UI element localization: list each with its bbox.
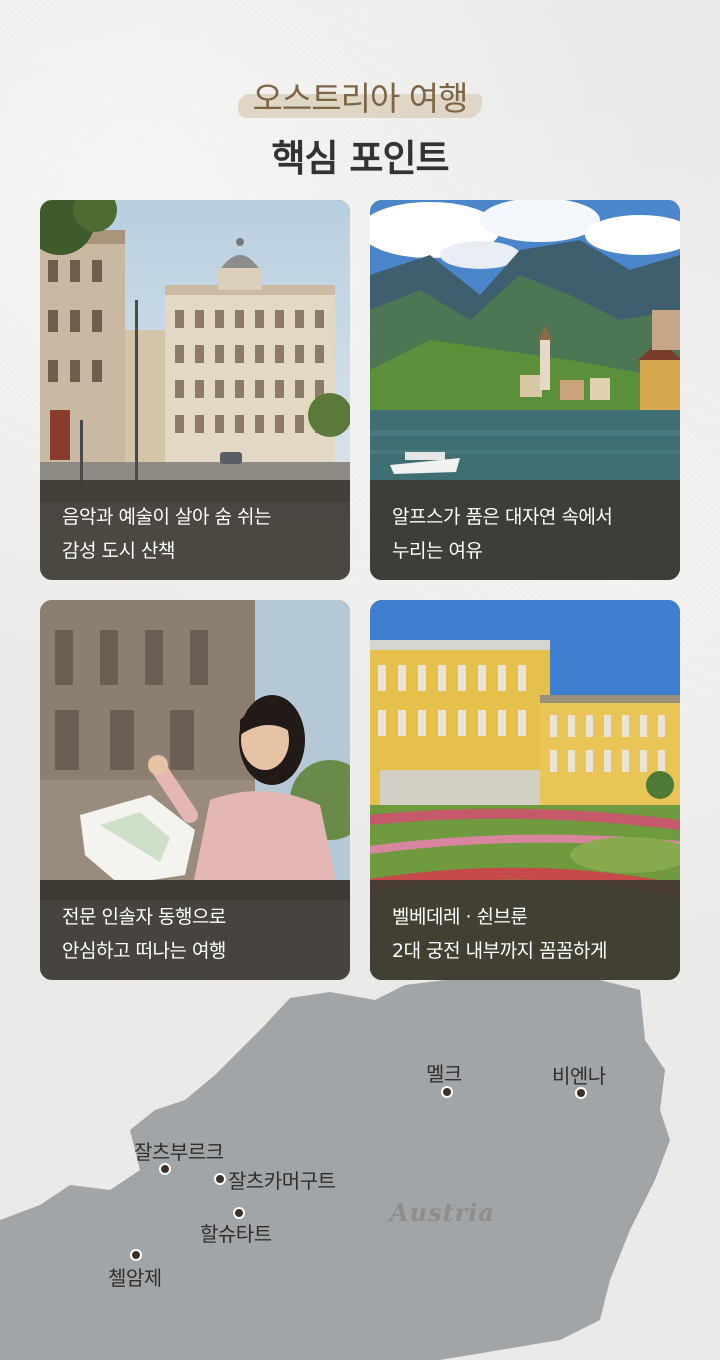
subtitle-wrap: 오스트리아 여행 — [238, 72, 482, 120]
card-palace: 벨베데레 · 쉰브룬 2대 궁전 내부까지 꼼꼼하게 — [370, 600, 680, 980]
page-subtitle: 오스트리아 여행 — [252, 79, 468, 118]
map-pin-icon — [575, 1087, 587, 1099]
city-label-hallstatt: 할슈타트 — [200, 1222, 272, 1246]
caption-line-2: 감성 도시 산책 — [62, 540, 175, 562]
caption-line-1: 음악과 예술이 살아 숨 쉬는 — [62, 506, 271, 528]
header: 오스트리아 여행 핵심 포인트 — [0, 72, 720, 182]
caption-line-2: 누리는 여유 — [392, 540, 483, 562]
city-label-melk: 멜크 — [426, 1062, 462, 1086]
page-title: 핵심 포인트 — [271, 137, 449, 180]
country-label: Austria — [390, 1198, 495, 1227]
caption-line-2: 안심하고 떠나는 여행 — [62, 940, 226, 962]
caption-line-1: 벨베데레 · 쉰브룬 — [392, 906, 528, 928]
card-caption: 벨베데레 · 쉰브룬 2대 궁전 내부까지 꼼꼼하게 — [370, 880, 680, 980]
card-guide: 전문 인솔자 동행으로 안심하고 떠나는 여행 — [40, 600, 350, 980]
map-pin-icon — [159, 1163, 171, 1175]
caption-line-1: 전문 인솔자 동행으로 — [62, 906, 226, 928]
map-pin-icon — [214, 1173, 226, 1185]
card-caption: 음악과 예술이 살아 숨 쉬는 감성 도시 산책 — [40, 480, 350, 580]
card-caption: 알프스가 품은 대자연 속에서 누리는 여유 — [370, 480, 680, 580]
city-label-zell-am-see: 첼암제 — [108, 1266, 162, 1290]
city-label-vienna: 비엔나 — [552, 1064, 606, 1088]
caption-line-1: 알프스가 품은 대자연 속에서 — [392, 506, 613, 528]
austria-map-shape — [0, 980, 670, 1360]
city-label-salzkammergut: 잘츠카머구트 — [228, 1169, 336, 1193]
caption-line-2: 2대 궁전 내부까지 꼼꼼하게 — [392, 940, 608, 962]
map-pin-icon — [130, 1249, 142, 1261]
card-caption: 전문 인솔자 동행으로 안심하고 떠나는 여행 — [40, 880, 350, 980]
card-vienna: 음악과 예술이 살아 숨 쉬는 감성 도시 산책 — [40, 200, 350, 580]
city-label-salzburg: 잘츠부르크 — [134, 1140, 224, 1164]
card-hallstatt: 알프스가 품은 대자연 속에서 누리는 여유 — [370, 200, 680, 580]
map-pin-icon — [441, 1086, 453, 1098]
